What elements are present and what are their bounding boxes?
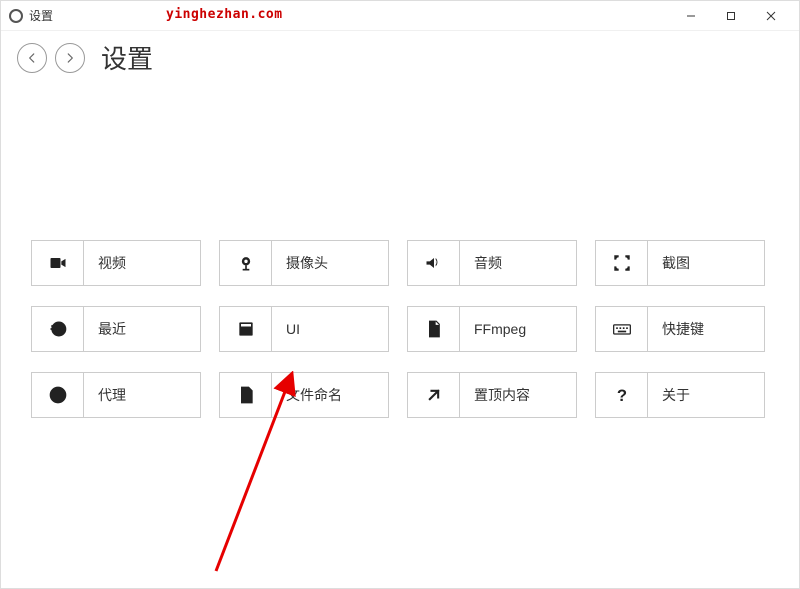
globe-icon: [32, 373, 84, 417]
watermark-text: yinghezhan.com: [166, 7, 283, 22]
svg-text:?: ?: [616, 386, 626, 405]
page-title: 设置: [101, 39, 153, 76]
tile-audio[interactable]: 音频: [407, 240, 577, 286]
pin-icon: [408, 373, 460, 417]
tile-label: 快捷键: [648, 307, 764, 351]
file-icon: [220, 373, 272, 417]
tile-label: 关于: [648, 373, 764, 417]
tile-hotkeys[interactable]: 快捷键: [595, 306, 765, 352]
tile-capture[interactable]: 截图: [595, 240, 765, 286]
keyboard-icon: [596, 307, 648, 351]
tile-proxy[interactable]: 代理: [31, 372, 201, 418]
tile-about[interactable]: ? 关于: [595, 372, 765, 418]
camera-icon: [220, 241, 272, 285]
forward-button[interactable]: [55, 43, 85, 73]
tile-ui[interactable]: UI: [219, 306, 389, 352]
video-icon: [32, 241, 84, 285]
tile-label: 截图: [648, 241, 764, 285]
tile-pin[interactable]: 置顶内容: [407, 372, 577, 418]
tile-recent[interactable]: 最近: [31, 306, 201, 352]
window-controls: [671, 2, 791, 30]
tile-label: 视频: [84, 241, 200, 285]
minimize-button[interactable]: [671, 2, 711, 30]
settings-grid: 视频 摄像头 音频 截图 最近 UI FFmpeg: [1, 240, 799, 418]
titlebar: 设置: [1, 1, 799, 31]
ui-icon: [220, 307, 272, 351]
tile-label: 音频: [460, 241, 576, 285]
recent-icon: [32, 307, 84, 351]
maximize-button[interactable]: [711, 2, 751, 30]
tile-label: 置顶内容: [460, 373, 576, 417]
tile-video[interactable]: 视频: [31, 240, 201, 286]
tile-ffmpeg[interactable]: FFmpeg: [407, 306, 577, 352]
about-icon: ?: [596, 373, 648, 417]
tile-label: 代理: [84, 373, 200, 417]
tile-label: UI: [272, 307, 388, 351]
tile-filename[interactable]: 文件命名: [219, 372, 389, 418]
tile-label: 最近: [84, 307, 200, 351]
audio-icon: [408, 241, 460, 285]
capture-icon: [596, 241, 648, 285]
nav-row: 设置: [1, 31, 799, 92]
app-icon: [9, 9, 23, 23]
tile-label: 文件命名: [272, 373, 388, 417]
tile-label: 摄像头: [272, 241, 388, 285]
window-title: 设置: [29, 7, 53, 24]
tile-label: FFmpeg: [460, 307, 576, 351]
close-button[interactable]: [751, 2, 791, 30]
ffmpeg-icon: [408, 307, 460, 351]
tile-camera[interactable]: 摄像头: [219, 240, 389, 286]
back-button[interactable]: [17, 43, 47, 73]
